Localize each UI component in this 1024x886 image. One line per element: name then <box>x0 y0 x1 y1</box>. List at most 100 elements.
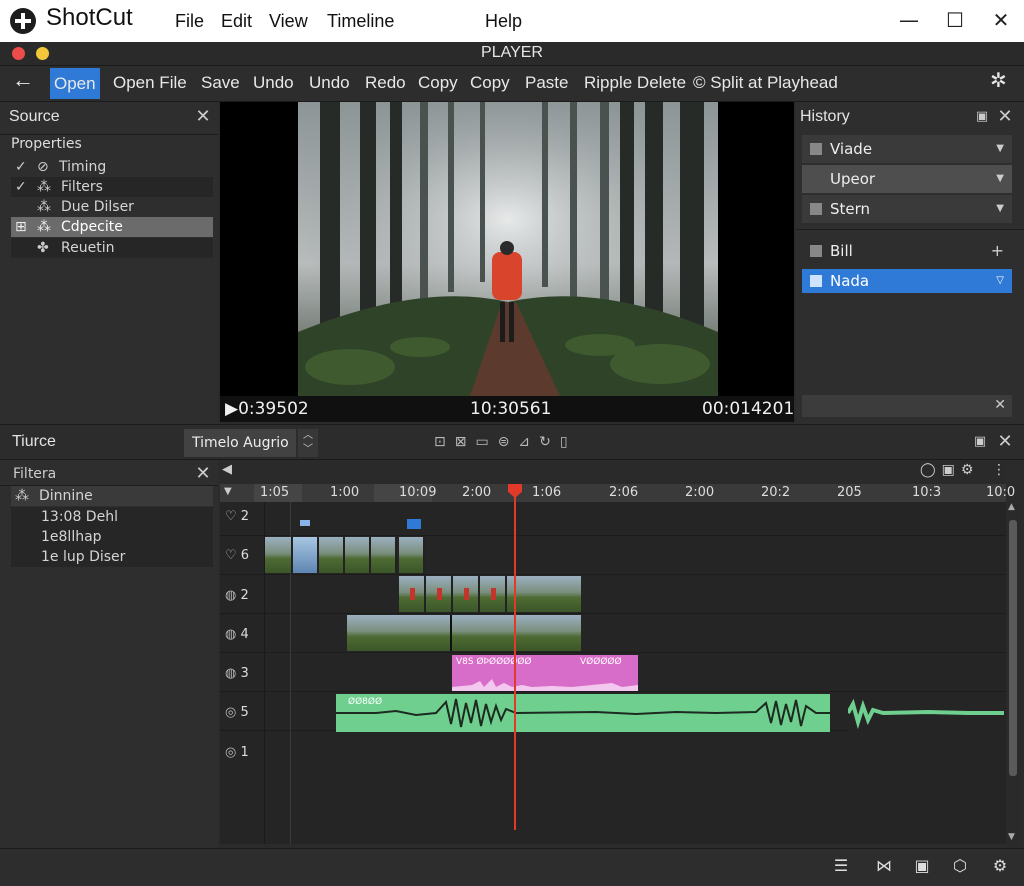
video-preview[interactable] <box>220 102 794 396</box>
timeline-tool-icons[interactable]: ⊡⊠▭⊜⊿↻▯ <box>434 434 577 450</box>
filter-item-2[interactable]: 1e8llhap <box>11 527 213 547</box>
track-row[interactable] <box>220 614 1006 653</box>
filter-item-dinnine[interactable]: ⁂ Dinnine <box>11 486 213 506</box>
timeline-menu-icon[interactable]: ⋮ <box>992 462 1006 478</box>
menu-timeline[interactable]: Timeline <box>327 11 394 32</box>
panel-icon[interactable]: ▣ <box>912 856 932 876</box>
toolbar-undo-2[interactable]: Undo <box>309 72 350 96</box>
timeline-view-icons[interactable]: ◯▣⚙ <box>920 462 979 478</box>
menu-edit[interactable]: Edit <box>221 11 252 32</box>
prop-item-timing[interactable]: ✓ ⊘ Timing <box>11 157 213 177</box>
toolbar-copy[interactable]: Copy <box>418 72 458 96</box>
toolbar-split-at-playhead[interactable]: © Split at Playhead <box>693 72 838 96</box>
toolbar-save[interactable]: Save <box>201 72 240 96</box>
prop-item-cdpecite[interactable]: ⊞ ⁂ Cdpecite <box>11 217 213 237</box>
timeline-scrollbar[interactable]: ▲ ▼ <box>1006 502 1020 846</box>
filter-item-1[interactable]: 13:08 Dehl <box>11 507 213 527</box>
list-icon[interactable]: ☰ <box>831 856 851 876</box>
ruler-menu-icon[interactable]: ▼ <box>224 486 232 497</box>
close-timeline-icon[interactable]: ✕ <box>997 433 1013 451</box>
toolbar-paste[interactable]: Paste <box>525 72 568 96</box>
toolbar-undo[interactable]: Undo <box>253 72 294 96</box>
hexagon-icon[interactable]: ⬡ <box>950 856 970 876</box>
timeline-ruler[interactable]: ▼ 1:05 1:00 10:09 2:00 1:06 2:06 2:00 20… <box>220 484 1015 502</box>
track-label[interactable]: ♡ 2 <box>225 509 265 524</box>
heart-icon: ♡ <box>225 548 237 563</box>
clear-icon[interactable]: ✕ <box>994 397 1006 413</box>
track-row[interactable] <box>220 502 1006 536</box>
video-clip[interactable] <box>399 576 581 612</box>
playhead-line[interactable] <box>514 496 516 830</box>
audio-clip-pink[interactable]: V8S ØÞØØØØØØ VØØØØØ <box>452 655 638 691</box>
back-arrow-icon[interactable]: ← <box>12 69 34 93</box>
close-window-icon[interactable]: ✕ <box>989 8 1013 32</box>
track-label[interactable]: ♡ 6 <box>225 548 265 563</box>
scrollbar-thumb[interactable] <box>1009 520 1017 776</box>
audio-clip-green-2[interactable] <box>848 694 1004 732</box>
tiurce-title: Tiurce <box>12 433 56 450</box>
gear-icon[interactable]: ⚙ <box>990 856 1010 876</box>
track-row[interactable] <box>220 575 1006 614</box>
close-source-icon[interactable]: ✕ <box>195 108 211 126</box>
prop-item-due-dilser[interactable]: ⁂ Due Dilser <box>11 197 213 217</box>
prop-item-filters[interactable]: ✓ ⁂ Filters <box>11 177 213 197</box>
minimize-icon[interactable]: — <box>897 8 921 32</box>
history-item-nada[interactable]: Nada ▽ <box>802 269 1012 293</box>
toolbar-redo[interactable]: Redo <box>365 72 406 96</box>
video-clip[interactable] <box>265 537 425 573</box>
timeline-tab[interactable]: Timelo Augrio <box>184 429 296 457</box>
add-icon[interactable]: + <box>991 237 1004 265</box>
settings-gear-icon[interactable]: ✲ <box>990 70 1007 94</box>
history-dropdown-stern[interactable]: Stern ▼ <box>802 195 1012 223</box>
grid-icon <box>810 143 822 155</box>
track-label[interactable]: ◎ 5 <box>225 705 265 720</box>
check-icon: ✓ <box>15 159 27 175</box>
collapse-left-icon[interactable]: ◀ <box>222 462 232 477</box>
history-search-field[interactable]: ✕ <box>802 395 1012 417</box>
menu-help[interactable]: Help <box>485 11 522 32</box>
track-icon: ◍ <box>225 627 237 642</box>
clip-marker[interactable] <box>407 519 421 529</box>
close-filters-icon[interactable]: ✕ <box>195 465 211 483</box>
filters-panel: Filtera ✕ ⁂ Dinnine 13:08 Dehl 1e8llhap … <box>0 460 218 848</box>
toolbar-open[interactable]: Open <box>50 68 100 99</box>
float-panel-icon[interactable]: ▣ <box>974 109 990 125</box>
audio-clip-green[interactable]: ØØ8ØØ <box>336 694 830 732</box>
main-toolbar: ← Open Open File Save Undo Undo Redo Cop… <box>0 66 1024 102</box>
shape-icon: ⁂ <box>37 219 51 235</box>
scroll-down-icon[interactable]: ▼ <box>1008 832 1015 842</box>
track-label[interactable]: ◎ 1 <box>225 745 265 760</box>
current-timecode[interactable]: ▶0:39502 <box>225 399 309 419</box>
prop-item-reuetin[interactable]: ✤ Reuetin <box>11 238 213 258</box>
history-dropdown-upeor[interactable]: Upeor ▼ <box>802 165 1012 193</box>
timing-icon: ⊘ <box>37 159 49 175</box>
toolbar-copy-2[interactable]: Copy <box>470 72 510 96</box>
ruler-tick: 10:09 <box>399 485 437 500</box>
video-clip[interactable] <box>347 615 581 651</box>
scroll-up-icon[interactable]: ▲ <box>1008 502 1015 512</box>
toolbar-ripple-delete[interactable]: Ripple Delete <box>584 72 686 96</box>
filter-item-3[interactable]: 1e lup Diser <box>11 547 213 567</box>
maximize-icon[interactable]: ☐ <box>943 8 967 32</box>
tab-stepper-icon[interactable]: ︿ ﹀ <box>298 429 318 457</box>
chevron-down-icon: ▼ <box>996 173 1004 184</box>
clip-marker[interactable] <box>300 520 310 526</box>
track-label[interactable]: ◍ 4 <box>225 627 265 642</box>
toolbar-open-file[interactable]: Open File <box>113 72 187 96</box>
history-dropdown-viade[interactable]: Viade ▼ <box>802 135 1012 163</box>
track-label[interactable]: ◍ 3 <box>225 666 265 681</box>
track-label[interactable]: ◍ 2 <box>225 588 265 603</box>
menu-view[interactable]: View <box>269 11 308 32</box>
track-row[interactable] <box>220 731 1006 770</box>
menu-file[interactable]: File <box>175 11 204 32</box>
track-icon: ◍ <box>225 588 237 603</box>
shotcut-logo-icon <box>10 8 36 34</box>
close-history-icon[interactable]: ✕ <box>997 108 1013 126</box>
rotate-icon: ✤ <box>37 240 49 256</box>
chevron-down-icon: ▼ <box>996 143 1004 154</box>
ruler-tick: 1:00 <box>330 485 360 500</box>
check-icon: ✓ <box>15 179 27 195</box>
history-item-bill[interactable]: Bill + <box>802 237 1012 265</box>
split-view-icon[interactable]: ⋈ <box>874 856 894 876</box>
float-panel-icon[interactable]: ▣ <box>972 434 988 450</box>
